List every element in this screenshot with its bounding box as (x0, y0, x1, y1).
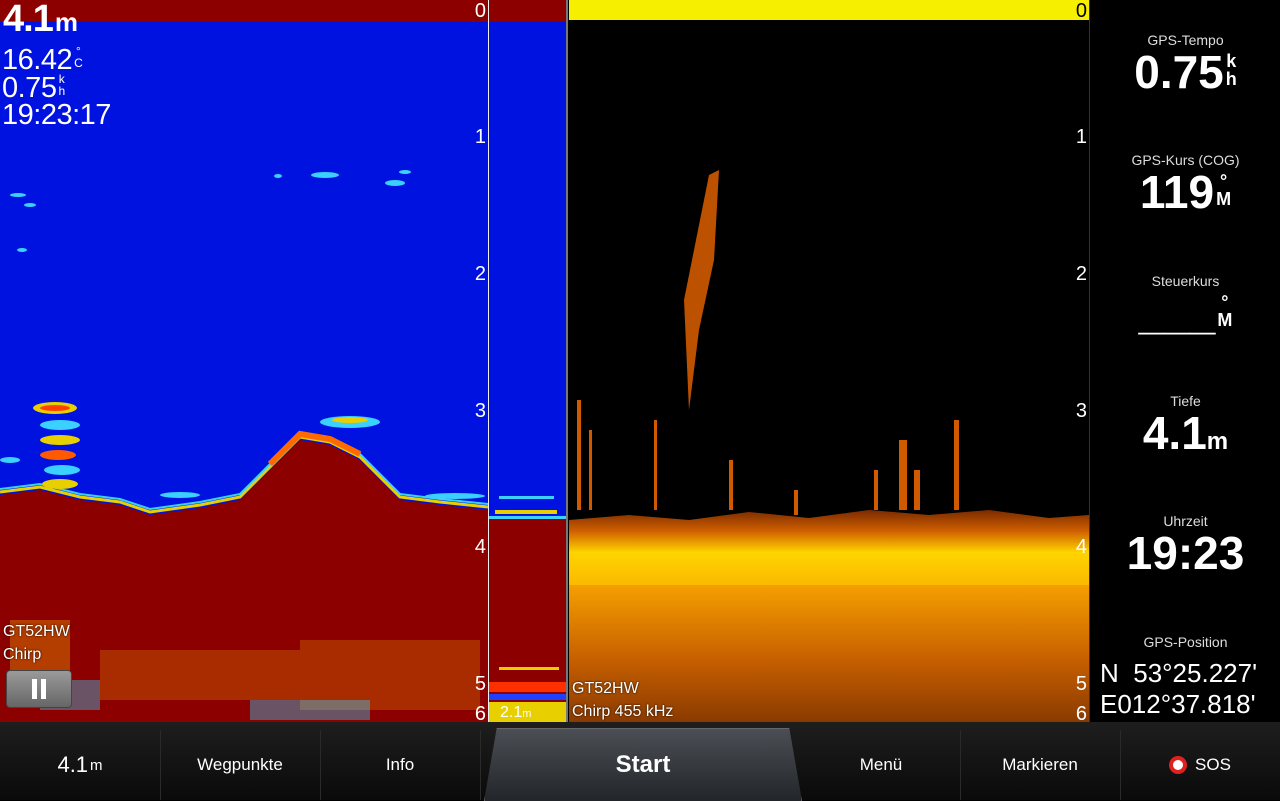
transducer-label: GT52HW (3, 623, 70, 640)
heading-value: ___ ° M (1138, 287, 1233, 339)
depth-quick-button[interactable]: 4.1 m (0, 730, 161, 800)
start-button[interactable]: Start (484, 728, 802, 801)
depth-scale-3: 3 (474, 400, 486, 422)
latitude-value: N 53°25.227' (1100, 658, 1258, 688)
chirp-depth-scale-2: 2 (1075, 263, 1087, 285)
time-value: 19:23 (1126, 527, 1245, 579)
depth-field[interactable]: Tiefe 4.1m (1090, 393, 1280, 466)
chirp-depth-scale-6: 6 (1075, 703, 1087, 722)
depth-value: 4.1m (1142, 407, 1229, 459)
chirp-sonar-pane[interactable]: GT52HW Chirp 455 kHz 0 1 2 3 4 5 6 (569, 0, 1089, 722)
chirp-depth-scale-3: 3 (1075, 400, 1087, 422)
gps-course-field[interactable]: GPS-Kurs (COG) 119 ° M (1090, 152, 1280, 216)
lifebuoy-icon (1169, 756, 1188, 774)
gps-position-label: GPS-Position (1143, 634, 1228, 650)
chirp-transducer-label: GT52HW (572, 680, 639, 697)
depth-scale-0: 0 (474, 0, 486, 22)
menu-button[interactable]: Menü (802, 730, 961, 800)
bottom-toolbar: 4.1 m Wegpunkte Info Start Menü Markieren… (0, 722, 1280, 801)
chirp-depth-scale-1: 1 (1075, 126, 1087, 148)
gps-speed-field[interactable]: GPS-Tempo 0.75 k h (1090, 32, 1280, 96)
depth-scale-6: 6 (474, 703, 486, 722)
pause-button[interactable] (6, 670, 72, 708)
flasher-column (489, 22, 568, 722)
depth-scale-4: 4 (474, 536, 486, 558)
chirp-depth-scale-4: 4 (1075, 536, 1087, 558)
waypoints-button[interactable]: Wegpunkte (160, 730, 321, 800)
pause-icon (32, 679, 46, 699)
data-bar[interactable]: GPS-Tempo 0.75 k h GPS-Kurs (COG) 119 ° M St… (1089, 0, 1280, 722)
info-button[interactable]: Info (320, 730, 481, 800)
depth-scale-1: 1 (474, 126, 486, 148)
longitude-value: E012°37.818' (1100, 689, 1256, 719)
flasher-depth-label: 2.1m (500, 704, 532, 721)
frequency-label: Chirp (3, 646, 42, 663)
chirp-sonar-graphic (569, 170, 1089, 722)
mark-button[interactable]: Markieren (960, 730, 1121, 800)
depth-overlay: 4.1m (3, 0, 78, 40)
depth-scale-2: 2 (474, 263, 486, 285)
gps-course-value: 119 ° M (1139, 166, 1232, 218)
time-overlay: 19:23:17 (2, 99, 111, 131)
heading-field[interactable]: Steuerkurs ___ ° M (1090, 273, 1280, 337)
chirp-depth-scale-0: 0 (1075, 0, 1087, 22)
gps-speed-value: 0.75 k h (1134, 46, 1237, 98)
gps-position-field[interactable]: GPS-Position (1090, 634, 1280, 650)
time-field[interactable]: Uhrzeit 19:23 (1090, 513, 1280, 577)
traditional-sonar-pane[interactable]: 4.1m 16.42 ° C 0.75 k h 19:23:17 GT52HW Chir… (0, 0, 568, 722)
chirp-frequency-label: Chirp 455 kHz (572, 703, 674, 720)
sos-button[interactable]: SOS (1120, 730, 1280, 800)
chirp-depth-scale-5: 5 (1075, 673, 1087, 695)
depth-scale-5: 5 (474, 673, 486, 695)
water-temp-overlay: 16.42 ° C (2, 44, 83, 76)
pane-divider[interactable] (566, 0, 568, 722)
